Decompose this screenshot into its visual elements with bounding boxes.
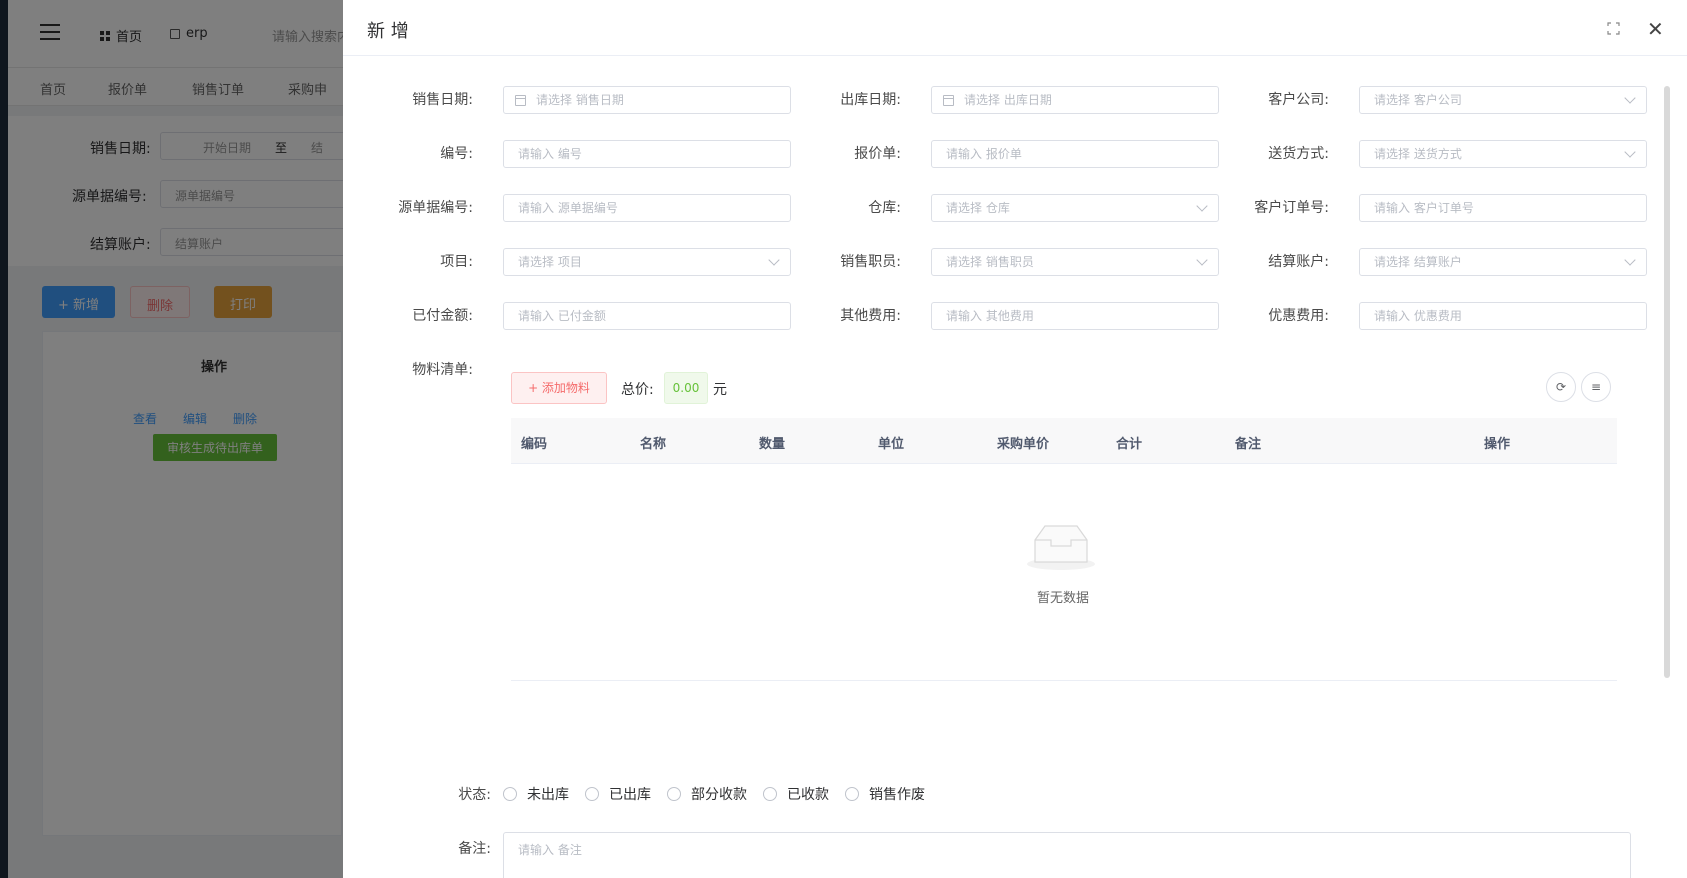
drawer-scrollbar[interactable] — [1664, 86, 1670, 678]
field-label: 仓库: — [868, 200, 901, 216]
placeholder-text: 请输入 已付金额 — [518, 309, 606, 323]
select-field[interactable]: 请选择 仓库 — [931, 194, 1219, 222]
placeholder-text: 请选择 仓库 — [946, 201, 1010, 215]
radio-circle — [503, 787, 517, 801]
close-icon[interactable]: ✕ — [1647, 19, 1664, 39]
column-header: 操作 — [1484, 437, 1511, 452]
field-label: 编号: — [440, 146, 473, 162]
date-picker[interactable]: 请选择 销售日期 — [503, 86, 791, 114]
placeholder-text: 请输入 编号 — [518, 147, 582, 161]
fullscreen-icon[interactable] — [1607, 22, 1620, 35]
drawer-header: 新 增 ✕ — [343, 0, 1687, 56]
field-label: 已付金额: — [412, 308, 473, 324]
select-field[interactable]: 请选择 销售职员 — [931, 248, 1219, 276]
calendar-icon — [943, 95, 954, 106]
radio-circle — [585, 787, 599, 801]
select-field[interactable]: 请选择 客户公司 — [1359, 86, 1647, 114]
status-radio-group: 未出库 已出库 部分收款 已收款 销售作废 — [503, 784, 941, 804]
field-label: 送货方式: — [1268, 146, 1329, 162]
status-radio[interactable]: 销售作废 — [845, 784, 925, 804]
column-header: 数量 — [759, 437, 786, 452]
total-value: 0.00 — [664, 372, 708, 404]
column-header: 采购单价 — [997, 437, 1050, 452]
field-label: 项目: — [440, 254, 473, 270]
chevron-down-icon — [1624, 92, 1636, 104]
placeholder-text: 请选择 项目 — [518, 255, 582, 269]
field-label: 报价单: — [854, 146, 901, 162]
text-input[interactable]: 请输入 编号 — [503, 140, 791, 168]
table-bottom-border — [511, 680, 1617, 681]
total-unit: 元 — [713, 382, 727, 398]
field-label: 销售日期: — [412, 92, 473, 108]
placeholder-text: 请输入 其他费用 — [946, 309, 1034, 323]
column-header: 编码 — [521, 437, 548, 452]
field-label: 客户公司: — [1268, 92, 1329, 108]
placeholder-text: 请选择 送货方式 — [1374, 147, 1462, 161]
placeholder-text: 请输入 优惠费用 — [1374, 309, 1462, 323]
radio-circle — [845, 787, 859, 801]
chevron-down-icon — [1624, 146, 1636, 158]
field-label: 销售职员: — [840, 254, 901, 270]
placeholder-text: 请输入 报价单 — [946, 147, 1022, 161]
placeholder-text: 请选择 销售职员 — [946, 255, 1034, 269]
column-settings-icon[interactable]: ≡ — [1581, 372, 1611, 402]
materials-label: 物料清单: — [412, 362, 473, 378]
radio-circle — [763, 787, 777, 801]
select-field[interactable]: 请选择 送货方式 — [1359, 140, 1647, 168]
calendar-icon — [515, 95, 526, 106]
status-radio[interactable]: 部分收款 — [667, 784, 747, 804]
select-field[interactable]: 请选择 项目 — [503, 248, 791, 276]
total-label: 总价: — [621, 382, 654, 398]
field-label: 优惠费用: — [1268, 308, 1329, 324]
placeholder-text: 请选择 结算账户 — [1374, 255, 1462, 269]
text-input[interactable]: 请输入 其他费用 — [931, 302, 1219, 330]
column-header: 单位 — [878, 437, 905, 452]
field-label: 出库日期: — [840, 92, 901, 108]
remark-textarea[interactable]: 请输入 备注 — [503, 832, 1631, 878]
field-label: 其他费用: — [840, 308, 901, 324]
status-radio[interactable]: 已收款 — [763, 784, 829, 804]
placeholder-text: 请输入 客户订单号 — [1374, 201, 1474, 215]
status-label: 状态: — [458, 787, 491, 803]
radio-circle — [667, 787, 681, 801]
select-field[interactable]: 请选择 结算账户 — [1359, 248, 1647, 276]
placeholder-text: 请选择 客户公司 — [1374, 93, 1462, 107]
status-radio[interactable]: 已出库 — [585, 784, 651, 804]
drawer-title: 新 增 — [367, 21, 409, 42]
text-input[interactable]: 请输入 已付金额 — [503, 302, 791, 330]
remark-label: 备注: — [458, 841, 491, 857]
text-input[interactable]: 请输入 报价单 — [931, 140, 1219, 168]
column-header: 名称 — [640, 437, 667, 452]
column-header: 备注 — [1235, 437, 1262, 452]
chevron-down-icon — [1624, 254, 1636, 266]
placeholder-text: 请选择 出库日期 — [964, 93, 1052, 107]
materials-table-header: 编码 名称 数量 单位 采购单价 合计 备注 操作 — [511, 418, 1617, 464]
refresh-icon[interactable]: ⟳ — [1546, 372, 1576, 402]
text-input[interactable]: 请输入 客户订单号 — [1359, 194, 1647, 222]
add-drawer: 新 增 ✕ 销售日期: 请选择 销售日期 出库日期: 请选择 出库日期 客户公司: 请选择… — [343, 0, 1687, 878]
date-picker[interactable]: 请选择 出库日期 — [931, 86, 1219, 114]
placeholder-text: 请输入 源单据编号 — [518, 201, 618, 215]
empty-text: 暂无数据 — [1036, 591, 1089, 606]
add-material-button[interactable]: + 添加物料 — [511, 372, 607, 404]
text-input[interactable]: 请输入 优惠费用 — [1359, 302, 1647, 330]
text-input[interactable]: 请输入 源单据编号 — [503, 194, 791, 222]
column-header: 合计 — [1116, 437, 1143, 452]
field-label: 客户订单号: — [1254, 200, 1329, 216]
field-label: 结算账户: — [1268, 254, 1329, 270]
placeholder-text: 请选择 销售日期 — [536, 93, 624, 107]
status-radio[interactable]: 未出库 — [503, 784, 569, 804]
empty-inbox-icon — [1027, 525, 1095, 570]
field-label: 源单据编号: — [398, 200, 473, 216]
